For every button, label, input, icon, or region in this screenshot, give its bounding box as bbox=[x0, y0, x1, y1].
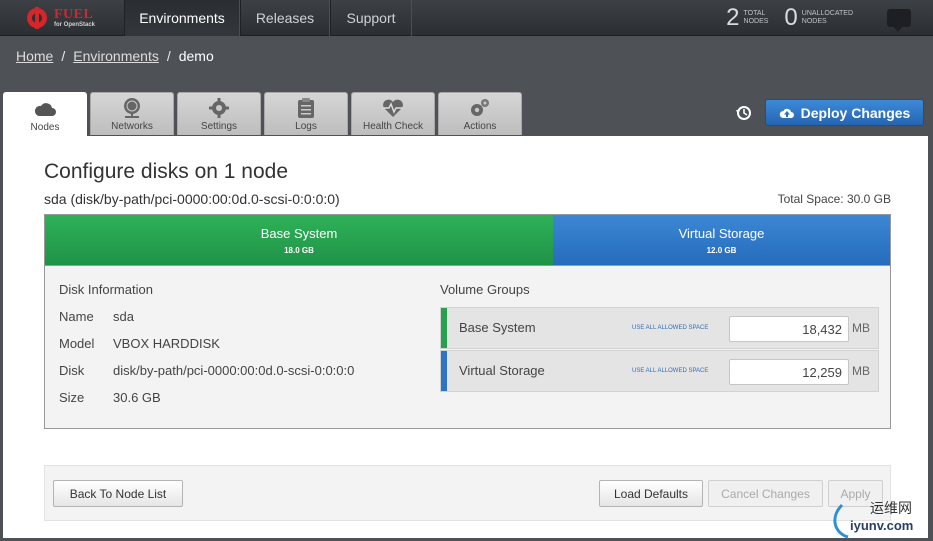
tab-label: Nodes bbox=[30, 122, 60, 133]
cancel-changes-button[interactable]: Cancel Changes bbox=[708, 480, 823, 507]
tab-settings[interactable]: Settings bbox=[177, 92, 261, 135]
deploy-changes-button[interactable]: Deploy Changes bbox=[765, 99, 924, 126]
total-nodes-label-2: NODES bbox=[743, 18, 769, 25]
disk-usage-bar: Base System 18.0 GB Virtual Storage 12.0… bbox=[44, 214, 891, 266]
base-system-size-input[interactable] bbox=[729, 316, 849, 342]
tab-networks[interactable]: Networks bbox=[90, 92, 174, 135]
unallocated-nodes-label-2: NODES bbox=[801, 18, 827, 25]
base-system-segment[interactable]: Base System 18.0 GB bbox=[45, 215, 553, 265]
disk-info-value: sda bbox=[113, 309, 134, 324]
notifications-icon[interactable] bbox=[887, 9, 911, 32]
fuel-logo-icon bbox=[27, 7, 47, 29]
disk-info-key: Model bbox=[59, 336, 95, 351]
cloud-icon bbox=[34, 103, 56, 116]
tab-label: Networks bbox=[111, 121, 153, 132]
volume-color-stripe bbox=[441, 308, 447, 348]
total-space: Total Space: 30.0 GB bbox=[777, 192, 891, 206]
breadcrumb-separator: / bbox=[61, 48, 66, 64]
volume-group-virtual-storage: Virtual Storage USE ALL ALLOWED SPACE MB bbox=[440, 350, 879, 392]
tab-health-check[interactable]: Health Check bbox=[351, 92, 435, 135]
tab-label: Actions bbox=[463, 121, 497, 132]
disk-info-row: Size 30.6 GB bbox=[59, 390, 161, 405]
volume-name: Virtual Storage bbox=[459, 363, 545, 378]
unallocated-nodes-label-1: UNALLOCATED bbox=[801, 10, 853, 17]
gears-icon bbox=[471, 99, 489, 116]
fuel-logo[interactable]: FUEL for OpenStack bbox=[0, 0, 124, 36]
logo-subtitle: for OpenStack bbox=[54, 22, 96, 28]
volume-color-stripe bbox=[441, 351, 447, 391]
disk-info-value: disk/by-path/pci-0000:00:0d.0-scsi-0:0:0… bbox=[113, 363, 355, 378]
nav-support[interactable]: Support bbox=[330, 0, 412, 36]
disk-name: sda (disk/by-path/pci-0000:00:0d.0-scsi-… bbox=[44, 191, 340, 207]
disk-info-row: Model VBOX HARDDISK bbox=[59, 336, 220, 351]
breadcrumb-separator: / bbox=[166, 48, 171, 64]
virtual-storage-segment[interactable]: Virtual Storage 12.0 GB bbox=[553, 215, 890, 265]
load-defaults-button[interactable]: Load Defaults bbox=[599, 480, 703, 507]
watermark: 运维网 iyunv.com bbox=[828, 497, 928, 539]
clipboard-icon bbox=[298, 98, 314, 118]
total-nodes-label-1: TOTAL bbox=[743, 10, 766, 17]
breadcrumb-environments[interactable]: Environments bbox=[73, 48, 159, 64]
segment-size: 18.0 GB bbox=[284, 245, 314, 255]
top-navbar: FUEL for OpenStack Environments Releases… bbox=[0, 0, 933, 36]
tab-logs[interactable]: Logs bbox=[264, 92, 348, 135]
history-icon[interactable] bbox=[736, 105, 752, 121]
disk-info-key: Size bbox=[59, 390, 85, 405]
volume-groups-heading: Volume Groups bbox=[440, 282, 530, 297]
breadcrumb-home[interactable]: Home bbox=[16, 48, 53, 64]
breadcrumb: Home / Environments / demo bbox=[16, 48, 214, 64]
nav-environments[interactable]: Environments bbox=[124, 0, 240, 36]
disk-details-panel: Disk Information Name sda Model VBOX HARDD… bbox=[44, 266, 891, 429]
heart-pulse-icon bbox=[383, 99, 403, 117]
action-footer: Back To Node List Load Defaults Cancel C… bbox=[44, 465, 891, 521]
unallocated-nodes-count: 0 bbox=[784, 4, 798, 31]
disk-information-heading: Disk Information bbox=[59, 282, 153, 297]
network-icon bbox=[124, 98, 140, 118]
tab-actions[interactable]: Actions bbox=[438, 92, 522, 135]
total-nodes-stat: 2 TOTAL NODES bbox=[726, 4, 768, 32]
watermark-line-1: 运维网 bbox=[870, 500, 912, 516]
node-stats: 2 TOTAL NODES 0 UNALLOCATED NODES bbox=[726, 0, 933, 36]
nav-releases[interactable]: Releases bbox=[240, 0, 330, 36]
main-panel: Configure disks on 1 node sda (disk/by-p… bbox=[3, 136, 928, 538]
disk-info-key: Name bbox=[59, 309, 94, 324]
logo-title: FUEL bbox=[54, 7, 94, 22]
segment-name: Base System bbox=[260, 225, 338, 241]
volume-name: Base System bbox=[459, 320, 536, 335]
volume-unit: MB bbox=[852, 364, 870, 378]
breadcrumb-current: demo bbox=[178, 48, 214, 64]
use-all-space-link[interactable]: USE ALL ALLOWED SPACE bbox=[632, 368, 708, 374]
environment-tabs: Nodes Networks Settings Logs Health Chec… bbox=[3, 92, 522, 136]
tab-label: Logs bbox=[295, 121, 317, 132]
cloud-upload-icon bbox=[779, 108, 794, 118]
volume-group-base-system: Base System USE ALL ALLOWED SPACE MB bbox=[440, 307, 879, 349]
use-all-space-link[interactable]: USE ALL ALLOWED SPACE bbox=[632, 325, 708, 331]
disk-info-key: Disk bbox=[59, 363, 85, 378]
disk-info-value: 30.6 GB bbox=[113, 390, 161, 405]
main-nav: Environments Releases Support bbox=[124, 0, 412, 36]
tab-label: Settings bbox=[200, 121, 238, 132]
deploy-changes-label: Deploy Changes bbox=[800, 104, 911, 121]
back-to-node-list-button[interactable]: Back To Node List bbox=[53, 480, 183, 507]
tab-nodes[interactable]: Nodes bbox=[3, 92, 87, 136]
total-nodes-count: 2 bbox=[726, 4, 740, 31]
unallocated-nodes-stat: 0 UNALLOCATED NODES bbox=[784, 4, 853, 32]
tab-label: Health Check bbox=[362, 121, 424, 132]
segment-size: 12.0 GB bbox=[706, 245, 737, 255]
volume-unit: MB bbox=[852, 321, 870, 335]
virtual-storage-size-input[interactable] bbox=[729, 359, 849, 385]
page-title: Configure disks on 1 node bbox=[44, 160, 288, 183]
disk-info-row: Name sda bbox=[59, 309, 134, 324]
gear-icon bbox=[209, 98, 229, 118]
disk-info-row: Disk disk/by-path/pci-0000:00:0d.0-scsi-0… bbox=[59, 363, 354, 378]
segment-name: Virtual Storage bbox=[678, 225, 765, 241]
watermark-line-2: iyunv.com bbox=[850, 518, 914, 533]
disk-info-value: VBOX HARDDISK bbox=[113, 336, 220, 351]
